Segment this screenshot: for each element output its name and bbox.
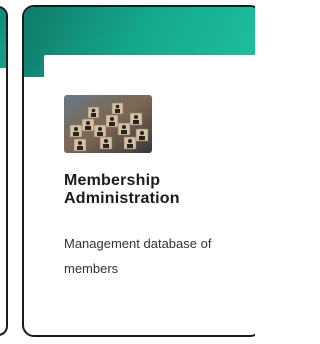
card-description: Management database of members — [64, 236, 212, 276]
members-network-image-icon — [64, 95, 152, 153]
membership-administration-card[interactable]: Membership Administration Management dat… — [22, 5, 255, 337]
card-body: Membership Administration Management dat… — [44, 55, 255, 335]
previous-card-header-band — [0, 8, 6, 68]
previous-card[interactable] — [0, 6, 8, 336]
card-title: Membership Administration — [64, 172, 180, 207]
card-carousel: Membership Administration Management dat… — [0, 0, 255, 344]
